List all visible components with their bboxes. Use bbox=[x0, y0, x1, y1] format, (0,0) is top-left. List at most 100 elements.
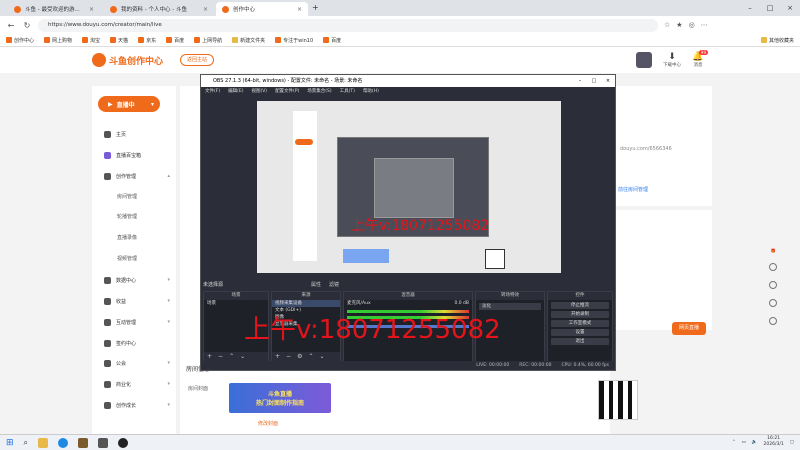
sidebar-sub-recording[interactable]: 直播录像 bbox=[117, 234, 137, 241]
mixer-track-name: 麦克风/Aux bbox=[347, 301, 371, 306]
sidebar-item-contract[interactable]: 签约中心 bbox=[104, 338, 170, 348]
close-window-icon[interactable]: × bbox=[780, 0, 800, 16]
sidebar-item-data[interactable]: 数据中心 ▾ bbox=[104, 275, 170, 285]
bookmark-icon bbox=[275, 37, 282, 43]
bookmark-item[interactable]: 京东 bbox=[138, 37, 156, 44]
app-icon[interactable] bbox=[78, 437, 89, 448]
sidebar-item-home[interactable]: 主页 bbox=[104, 129, 170, 139]
menu-file[interactable]: 文件(F) bbox=[205, 87, 220, 97]
file-explorer-icon[interactable] bbox=[38, 437, 49, 448]
settings-button[interactable]: 设置 bbox=[551, 329, 609, 336]
menu-icon[interactable]: ⋯ bbox=[701, 21, 708, 29]
network-icon[interactable]: ▭ bbox=[742, 440, 746, 445]
guild-icon bbox=[104, 359, 111, 367]
maximize-icon[interactable]: □ bbox=[760, 0, 780, 16]
menu-scene-collection[interactable]: 场景集合(S) bbox=[307, 87, 331, 97]
chevron-up-icon[interactable]: ⌃ bbox=[732, 440, 736, 445]
browser-tab-2[interactable]: 我的资料 - 个人中心 - 斗鱼 × bbox=[104, 2, 214, 16]
back-icon[interactable]: ← bbox=[6, 21, 16, 30]
app-icon[interactable] bbox=[98, 437, 109, 448]
browser-tab-3[interactable]: 创作中心 × bbox=[216, 2, 308, 16]
help-icon[interactable] bbox=[769, 263, 777, 271]
sidebar-item-interaction[interactable]: 互动管理 ▾ bbox=[104, 317, 170, 327]
live-status-button[interactable]: ▶ 直播中 ▾ bbox=[98, 96, 160, 112]
notification-icon[interactable]: ▢ bbox=[790, 440, 794, 445]
scenes-header: 场景 bbox=[204, 292, 268, 300]
menu-profile[interactable]: 配置文件(P) bbox=[275, 87, 299, 97]
studio-mode-button[interactable]: 工作室模式 bbox=[551, 320, 609, 327]
sidebar-sub-video[interactable]: 视频管理 bbox=[117, 255, 137, 262]
source-item[interactable]: 视频采集设备 bbox=[272, 300, 340, 307]
sidebar-sub-carousel[interactable]: 轮播管理 bbox=[117, 213, 137, 220]
maximize-icon[interactable]: □ bbox=[587, 75, 601, 87]
site-logo[interactable]: 斗鱼创作中心 bbox=[92, 52, 172, 68]
sidebar-item-toolbox[interactable]: 直播百宝箱 bbox=[104, 150, 170, 160]
search-icon[interactable]: ⌕ bbox=[24, 438, 28, 448]
properties-tab[interactable]: 属性 bbox=[311, 281, 321, 288]
obs-icon[interactable] bbox=[118, 437, 129, 448]
clock[interactable]: 16:21 2026/3/1 bbox=[764, 436, 784, 448]
room-manage-link[interactable]: 前往房间管理 bbox=[618, 186, 648, 193]
menu-view[interactable]: 视图(V) bbox=[251, 87, 267, 97]
filters-tab[interactable]: 滤镜 bbox=[329, 281, 339, 288]
new-tab-icon[interactable]: + bbox=[312, 3, 319, 12]
refresh-icon[interactable]: ↻ bbox=[22, 21, 32, 30]
windows-start-icon[interactable]: ⊞ bbox=[6, 438, 14, 448]
sidebar-item-income[interactable]: 收益 ▾ bbox=[104, 296, 170, 306]
stop-streaming-button[interactable]: 停止推流 bbox=[551, 302, 609, 309]
cover-guide-banner[interactable]: 斗鱼直播 热门封面制作指南 bbox=[229, 383, 331, 413]
sidebar-sub-room[interactable]: 房间管理 bbox=[117, 193, 137, 200]
star-icon[interactable]: ☆ bbox=[664, 21, 670, 29]
bookmark-item[interactable]: 淘宝 bbox=[82, 37, 100, 44]
close-window-icon[interactable]: × bbox=[601, 75, 615, 87]
scene-item[interactable]: 场景 bbox=[204, 300, 268, 307]
exit-button[interactable]: 退出 bbox=[551, 338, 609, 345]
tab-close-icon[interactable]: × bbox=[89, 6, 94, 13]
sidebar-item-guild[interactable]: 公会 ▾ bbox=[104, 358, 170, 368]
edge-icon[interactable] bbox=[58, 437, 69, 448]
return-main-site-button[interactable]: 返回主站 bbox=[180, 54, 214, 66]
bookmark-item[interactable]: 百度 bbox=[323, 37, 341, 44]
other-bookmarks[interactable]: 其他收藏夹 bbox=[760, 37, 794, 44]
minimize-icon[interactable]: – bbox=[740, 0, 760, 16]
gift-icon[interactable]: 🎁 bbox=[771, 248, 776, 253]
start-recording-button[interactable]: 开始录制 bbox=[551, 311, 609, 318]
tab-close-icon[interactable]: × bbox=[203, 6, 208, 13]
avatar[interactable] bbox=[636, 52, 652, 68]
url-input[interactable]: https://www.douyu.com/creator/main/live bbox=[38, 18, 658, 32]
bookmark-icon bbox=[6, 37, 12, 43]
volume-icon[interactable]: 🔈 bbox=[752, 440, 758, 445]
menu-edit[interactable]: 编辑(E) bbox=[228, 87, 243, 97]
messages-button[interactable]: 🔔 99 消息 bbox=[686, 50, 710, 68]
favorites-icon[interactable]: ★ bbox=[676, 21, 682, 29]
bookmark-item[interactable]: 百度 bbox=[166, 37, 184, 44]
feedback-icon[interactable] bbox=[769, 281, 777, 289]
profile-icon[interactable]: ◎ bbox=[689, 21, 695, 29]
bookmark-item[interactable]: 网上购物 bbox=[44, 37, 72, 44]
minimize-icon[interactable]: – bbox=[573, 75, 587, 87]
service-icon[interactable] bbox=[769, 299, 777, 307]
sidebar-item-growth[interactable]: 创作成长 ▾ bbox=[104, 400, 170, 410]
obs-preview[interactable] bbox=[257, 101, 561, 273]
edit-cover-link[interactable]: 修改封面 bbox=[258, 420, 278, 427]
tab-title: 创作中心 bbox=[233, 7, 256, 13]
bookmark-item[interactable]: 新建文件夹 bbox=[232, 37, 265, 44]
chevron-down-icon: ▾ bbox=[167, 298, 170, 304]
sidebar-item-creation[interactable]: 创作管理 ▴ bbox=[104, 171, 170, 181]
top-icon[interactable] bbox=[769, 317, 777, 325]
browser-tab-1[interactable]: 斗鱼 - 最受欢迎的游... × bbox=[8, 2, 100, 16]
source-tabs: 属性 滤镜 bbox=[311, 281, 339, 288]
bookmark-item[interactable]: 天猫 bbox=[110, 37, 128, 44]
sidebar-item-commerce[interactable]: 商业化 ▾ bbox=[104, 379, 170, 389]
download-center-button[interactable]: ⬇ 下载中心 bbox=[660, 52, 684, 68]
menu-tools[interactable]: 工具(T) bbox=[340, 87, 355, 97]
bookmark-item[interactable]: 创作中心 bbox=[6, 37, 34, 44]
no-source-label: 未选择源 bbox=[203, 282, 224, 288]
web-live-button[interactable]: 网页直播 bbox=[672, 322, 706, 335]
bookmark-item[interactable]: 专注于win10 bbox=[275, 37, 313, 44]
bookmark-item[interactable]: 上网导航 bbox=[194, 37, 222, 44]
room-cover-label: 房间封面 bbox=[188, 386, 209, 392]
tab-close-icon[interactable]: × bbox=[297, 6, 302, 13]
menu-help[interactable]: 帮助(H) bbox=[363, 87, 379, 97]
qr-code bbox=[598, 380, 638, 420]
